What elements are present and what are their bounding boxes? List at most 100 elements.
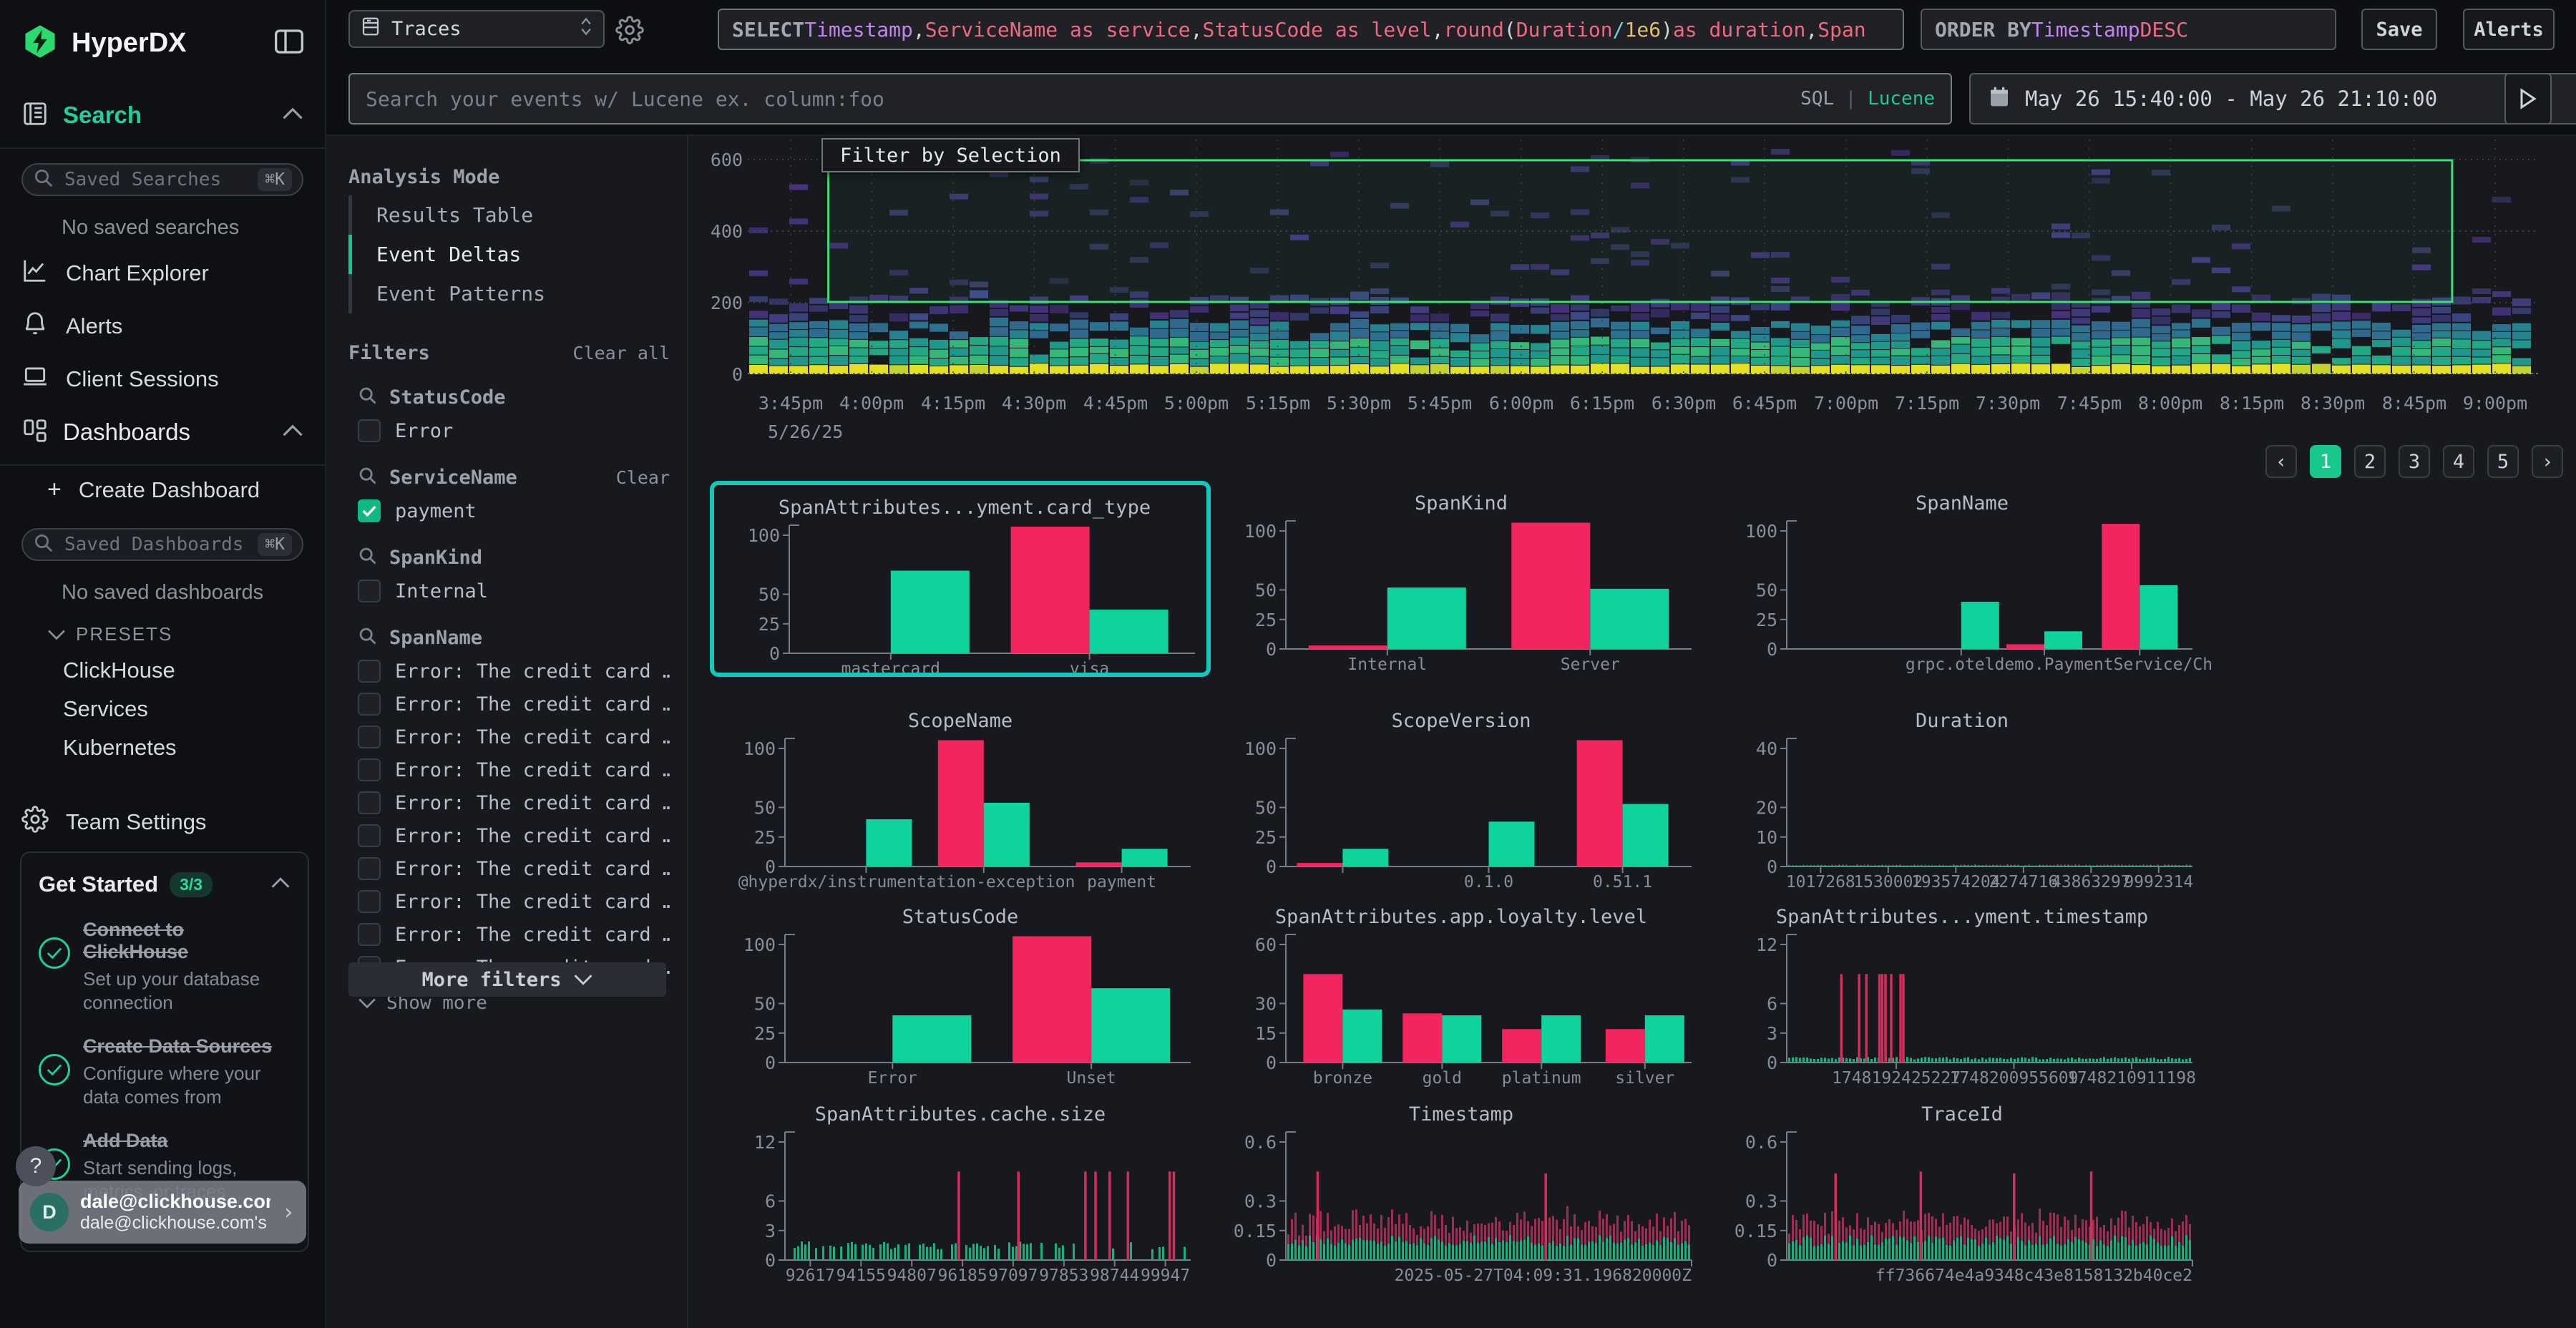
sidebar-item-chart-explorer[interactable]: Chart Explorer <box>0 247 325 300</box>
source-select[interactable]: Traces <box>348 10 605 48</box>
filter-option[interactable]: Error <box>326 414 687 447</box>
filter-option[interactable]: Error: The credit card … <box>326 852 687 885</box>
user-menu[interactable]: D dale@clickhouse.com dale@clickhouse.co… <box>19 1181 306 1244</box>
filter-option[interactable]: Error: The credit card … <box>326 655 687 688</box>
preset-services[interactable]: Services <box>0 690 325 728</box>
lang-lucene[interactable]: Lucene <box>1868 88 1935 109</box>
lucene-search-input[interactable]: Search your events w/ Lucene ex. column:… <box>348 73 1952 125</box>
gear-icon <box>21 806 49 839</box>
mini-chart-spanattributes-cache-size[interactable]: SpanAttributes.cache.size126309261794155… <box>710 1092 1211 1288</box>
topbar: Traces SELECT Timestamp, ServiceName as … <box>326 0 2576 136</box>
filter-option[interactable]: payment <box>326 494 687 527</box>
checkbox[interactable] <box>358 923 381 946</box>
heatmap-x-tick: 5:15pm <box>1246 393 1310 414</box>
analysis-mode-event-patterns[interactable]: Event Patterns <box>348 274 687 313</box>
svg-text:25: 25 <box>1756 610 1777 630</box>
preset-clickhouse[interactable]: ClickHouse <box>0 651 325 690</box>
checkbox[interactable] <box>358 857 381 880</box>
sidebar-item-dashboards: Dashboards <box>63 419 268 446</box>
get-started-title: Get Started <box>39 872 158 897</box>
analysis-mode-results-table[interactable]: Results Table <box>348 195 687 235</box>
filter-option[interactable]: Error: The credit card … <box>326 688 687 721</box>
checkbox[interactable] <box>358 791 381 814</box>
mini-chart-duration[interactable]: Duration40201001017268153000219357420422… <box>1712 698 2212 894</box>
checkbox[interactable] <box>358 758 381 781</box>
checkbox-checked[interactable] <box>358 499 381 522</box>
create-dashboard-button[interactable]: + Create Dashboard <box>0 466 325 514</box>
page-next-button[interactable]: › <box>2532 445 2563 478</box>
clear-all-link[interactable]: Clear all <box>573 343 670 363</box>
sidebar-item-team-settings[interactable]: Team Settings <box>0 796 325 849</box>
mini-chart-spanattributes-yment-timestamp[interactable]: SpanAttributes...yment.timestamp12630174… <box>1712 894 2212 1090</box>
alerts-button[interactable]: Alerts <box>2463 9 2555 50</box>
mini-chart-statuscode[interactable]: StatusCode10050250ErrorUnset <box>710 894 1211 1090</box>
preset-kubernetes[interactable]: Kubernetes <box>0 728 325 767</box>
filter-option[interactable]: Error: The credit card … <box>326 721 687 753</box>
mini-chart-traceid[interactable]: TraceId0.60.30.150ff736674e4a9348c43e815… <box>1712 1092 2212 1288</box>
svg-text:0.51.1: 0.51.1 <box>1593 873 1652 892</box>
filter-option[interactable]: Error: The credit card … <box>326 753 687 786</box>
search-section-header[interactable]: Search <box>0 83 325 147</box>
page-button-4[interactable]: 4 <box>2443 445 2474 478</box>
svg-text:0: 0 <box>1266 1250 1277 1271</box>
save-button[interactable]: Save <box>2361 9 2437 50</box>
source-settings-gear-icon[interactable] <box>615 16 644 47</box>
filter-option[interactable]: Error: The credit card … <box>326 786 687 819</box>
chevron-up-icon[interactable] <box>270 877 291 892</box>
checkbox[interactable] <box>358 580 381 602</box>
saved-searches-input[interactable]: Saved Searches ⌘K <box>21 163 303 196</box>
filter-by-selection-button[interactable]: Filter by Selection <box>821 138 1080 172</box>
analysis-mode-event-deltas[interactable]: Event Deltas <box>348 235 687 274</box>
svg-text:92617: 92617 <box>786 1266 835 1285</box>
checkbox[interactable] <box>358 660 381 683</box>
filter-option[interactable]: Error: The credit card … <box>326 885 687 918</box>
search-icon <box>358 546 378 569</box>
page-button-1[interactable]: 1 <box>2310 445 2341 478</box>
mini-chart-spankind[interactable]: SpanKind10050250InternalServer <box>1211 481 1712 677</box>
hyperdx-app: HyperDX Search Saved Searches ⌘K No save… <box>0 0 2576 1328</box>
events-heatmap[interactable] <box>748 140 2538 374</box>
checkbox[interactable] <box>358 890 381 913</box>
help-button[interactable]: ? <box>16 1146 56 1186</box>
orderby-input[interactable]: ORDER BY Timestamp DESC <box>1921 9 2336 50</box>
sidebar-collapse-icon[interactable] <box>275 29 303 57</box>
filter-option[interactable]: Error: The credit card … <box>326 918 687 951</box>
checkbox[interactable] <box>358 419 381 442</box>
sidebar-item-alerts[interactable]: Alerts <box>0 300 325 353</box>
presets-toggle[interactable]: PRESETS <box>0 612 325 651</box>
saved-dashboards-input[interactable]: Saved Dashboards ⌘K <box>21 528 303 561</box>
date-range-value: May 26 15:40:00 - May 26 21:10:00 <box>2025 87 2437 111</box>
svg-text:SpanAttributes...yment.timesta: SpanAttributes...yment.timestamp <box>1776 906 2148 928</box>
filter-option[interactable]: Error: The credit card … <box>326 819 687 852</box>
svg-text:ScopeVersion: ScopeVersion <box>1391 710 1531 732</box>
source-select-value: Traces <box>391 18 569 40</box>
clear-link[interactable]: Clear <box>616 467 670 488</box>
date-range-picker[interactable]: May 26 15:40:00 - May 26 21:10:00 <box>1969 73 2576 125</box>
filter-option[interactable]: Internal <box>326 575 687 607</box>
page-button-5[interactable]: 5 <box>2487 445 2519 478</box>
kbd-shortcut: ⌘K <box>258 533 292 556</box>
sidebar-item-client-sessions[interactable]: Client Sessions <box>0 353 325 406</box>
mini-chart-scopename[interactable]: ScopeName10050250@hyperdx/instrumentatio… <box>710 698 1211 894</box>
dashboards-section-header[interactable]: Dashboards <box>0 406 325 464</box>
page-prev-button[interactable]: ‹ <box>2265 445 2297 478</box>
sql-select-input[interactable]: SELECT Timestamp, ServiceName as service… <box>718 9 1904 50</box>
get-started-step[interactable]: Connect to ClickHouseSet up your databas… <box>39 919 291 1014</box>
get-started-step[interactable]: Create Data SourcesConfigure where your … <box>39 1035 291 1108</box>
mini-chart-spanattributes-yment-card-type[interactable]: SpanAttributes...yment.card_type10050250… <box>710 481 1211 677</box>
mini-chart-spanname[interactable]: SpanName10050250grpc.oteldemo.PaymentSer… <box>1712 481 2212 677</box>
checkbox[interactable] <box>358 726 381 748</box>
checkbox[interactable] <box>358 693 381 716</box>
run-query-button[interactable] <box>2504 73 2552 125</box>
page-button-2[interactable]: 2 <box>2354 445 2386 478</box>
mini-chart-scopeversion[interactable]: ScopeVersion100502500.1.00.51.1 <box>1211 698 1712 894</box>
mini-chart-spanattributes-app-loyalty-level[interactable]: SpanAttributes.app.loyalty.level6030150b… <box>1211 894 1712 1090</box>
sidebar-item-search: Search <box>63 102 268 129</box>
lang-sql[interactable]: SQL <box>1800 88 1834 109</box>
language-toggle[interactable]: SQL | Lucene <box>1800 88 1935 109</box>
checkbox[interactable] <box>358 824 381 847</box>
page-button-3[interactable]: 3 <box>2399 445 2430 478</box>
mini-chart-timestamp[interactable]: Timestamp0.60.30.1502025-05-27T04:09:31.… <box>1211 1092 1712 1288</box>
svg-text:100: 100 <box>1745 521 1777 542</box>
more-filters-button[interactable]: More filters <box>348 962 666 997</box>
